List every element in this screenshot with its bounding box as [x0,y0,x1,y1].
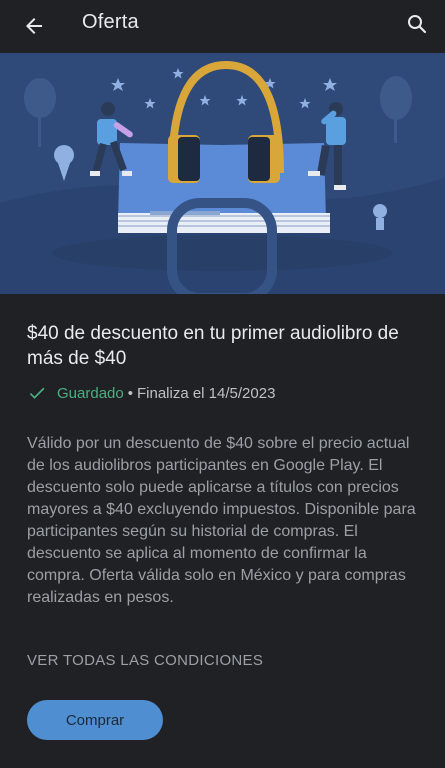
page-title: Oferta [82,11,139,33]
offer-details: $40 de descuento en tu primer audiolibro… [0,294,445,768]
offer-status: Guardado • Finaliza el 14/5/2023 [27,382,275,404]
top-app-bar: Oferta [0,0,445,53]
view-terms-link[interactable]: VER TODAS LAS CONDICIONES [27,650,263,672]
audiobook-illustration [0,53,445,294]
back-button[interactable] [14,6,54,46]
separator-dot: • [127,384,133,402]
buy-button[interactable]: Comprar [27,700,163,740]
expiry-label: Finaliza el 14/5/2023 [136,384,276,402]
offer-banner-illustration [0,53,445,294]
offer-description: Válido por un descuento de $40 sobre el … [27,435,416,606]
offer-headline: $40 de descuento en tu primer audiolibro… [27,323,399,369]
check-icon [27,383,47,403]
search-button[interactable] [397,4,437,44]
arrow-back-icon [26,18,42,34]
search-icon [408,15,427,34]
saved-label: Guardado [57,384,124,402]
